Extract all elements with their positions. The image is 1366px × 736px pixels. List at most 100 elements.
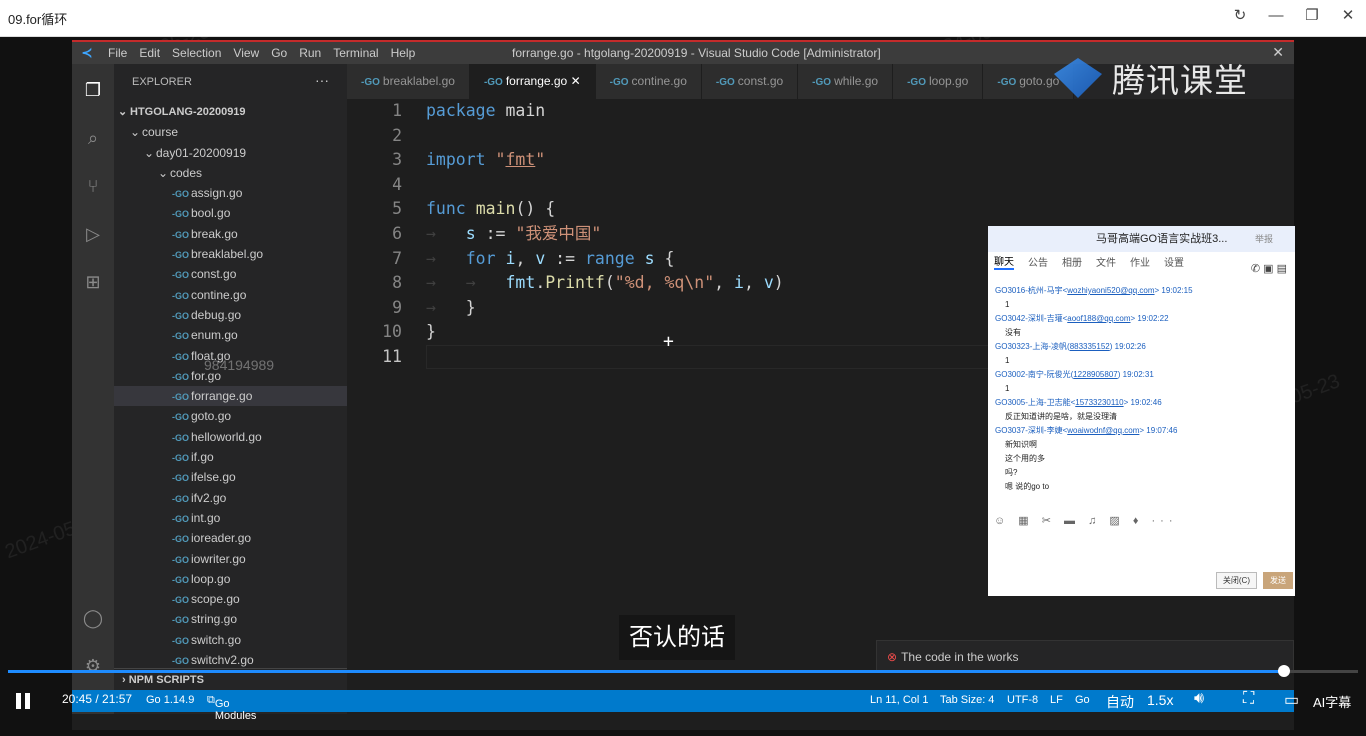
chat-tab-notice[interactable]: 公告 <box>1028 254 1048 269</box>
editor-tab[interactable]: -GO contine.go <box>595 64 702 99</box>
go-file-icon: -GO <box>483 77 503 88</box>
chat-message-header: GO3002-南宁-阮俊光(1228905807) 19:02:31 <box>995 370 1154 379</box>
go-file-icon: -GO <box>172 493 189 504</box>
go-file-icon: -GO <box>172 656 189 667</box>
error-icon: ⊗ <box>887 650 898 664</box>
file-item[interactable]: -GO ifelse.go <box>114 467 347 487</box>
chat-tab-files[interactable]: 文件 <box>1096 254 1116 269</box>
ai-subtitle-button[interactable]: AI字幕 <box>1313 692 1351 711</box>
file-name: ifv2.go <box>191 490 227 505</box>
fullscreen-icon[interactable]: ⛶ <box>1243 690 1254 708</box>
tab-label: loop.go <box>928 74 969 88</box>
file-item[interactable]: -GO bool.go <box>114 203 347 223</box>
extensions-icon[interactable]: ⊞ <box>81 270 105 294</box>
tree-root[interactable]: ⌄ HTGOLANG-20200919 <box>114 102 347 122</box>
file-item[interactable]: -GO iowriter.go <box>114 549 347 569</box>
editor-tab[interactable]: -GO const.go <box>701 64 799 99</box>
file-item[interactable]: -GO int.go <box>114 508 347 528</box>
file-item[interactable]: -GO contine.go <box>114 285 347 305</box>
restore-icon[interactable]: ❐ <box>1294 0 1330 30</box>
close-icon[interactable]: ✕ <box>1330 0 1366 30</box>
more-actions-icon[interactable]: ··· <box>315 72 329 88</box>
folder-day01[interactable]: ⌄ day01-20200919 <box>114 143 347 163</box>
go-file-icon: -GO <box>172 290 189 301</box>
chat-send-button[interactable]: 发送 <box>1263 572 1293 589</box>
chat-call-icons[interactable]: ✆ ▣ ▤ <box>1251 262 1287 275</box>
volume-icon[interactable]: 🔊︎ <box>1194 690 1204 708</box>
go-file-icon: -GO <box>172 310 189 321</box>
go-file-icon: -GO <box>609 77 629 88</box>
file-item[interactable]: -GO enum.go <box>114 325 347 345</box>
file-name: int.go <box>191 510 221 525</box>
speed-button[interactable]: 1.5x <box>1147 692 1173 708</box>
chat-tab-settings[interactable]: 设置 <box>1164 254 1184 269</box>
go-file-icon: -GO <box>997 77 1017 88</box>
chat-tab-chat[interactable]: 聊天 <box>994 253 1014 270</box>
file-name: assign.go <box>191 186 243 201</box>
file-item[interactable]: -GO string.go <box>114 609 347 629</box>
menu-run[interactable]: Run <box>293 46 327 60</box>
search-icon[interactable]: ⌕ <box>81 126 105 150</box>
menu-terminal[interactable]: Terminal <box>327 46 384 60</box>
file-item[interactable]: -GO loop.go <box>114 569 347 589</box>
quality-button[interactable]: 自动 <box>1106 692 1134 712</box>
go-file-icon: -GO <box>172 270 189 281</box>
window-close-icon[interactable]: ✕ <box>1272 44 1284 61</box>
go-file-icon: -GO <box>172 473 189 484</box>
file-item[interactable]: -GO if.go <box>114 447 347 467</box>
run-debug-icon[interactable]: ▷ <box>81 222 105 246</box>
menu-help[interactable]: Help <box>385 46 422 60</box>
tab-close-icon[interactable]: ✕ <box>567 74 581 88</box>
go-file-icon: -GO <box>907 77 926 88</box>
file-item[interactable]: -GO ifv2.go <box>114 488 347 508</box>
folder-course[interactable]: ⌄ course <box>114 122 347 142</box>
menu-go[interactable]: Go <box>265 46 293 60</box>
settings-gear-icon[interactable]: ⚙ <box>81 654 105 678</box>
file-name: helloworld.go <box>191 429 262 444</box>
menu-selection[interactable]: Selection <box>166 46 227 60</box>
error-notification[interactable]: ⊗ The code in the works <box>876 640 1294 672</box>
file-item[interactable]: -GO const.go <box>114 264 347 284</box>
progress-bar[interactable] <box>8 665 1358 677</box>
file-item[interactable]: -GO breaklabel.go <box>114 244 347 264</box>
source-control-icon[interactable]: ⑂ <box>81 174 105 198</box>
account-icon[interactable]: ◯ <box>81 606 105 630</box>
chat-report[interactable]: 举报 <box>1255 226 1273 252</box>
editor-tab[interactable]: -GO while.go <box>798 64 894 99</box>
file-item[interactable]: -GO ioreader.go <box>114 528 347 548</box>
file-item[interactable]: -GO scope.go <box>114 589 347 609</box>
chat-message-header: GO30323-上海-凌帆(883335152) 19:02:26 <box>995 342 1146 351</box>
chat-close-button[interactable]: 关闭(C) <box>1215 572 1257 589</box>
progress-knob[interactable] <box>1277 665 1290 677</box>
file-item[interactable]: -GO break.go <box>114 224 347 244</box>
file-item[interactable]: -GO switch.go <box>114 630 347 650</box>
editor-tab[interactable]: -GO forrange.go ✕ <box>469 64 596 99</box>
time-display: 20:45 / 21:57 <box>62 692 133 706</box>
file-name: switch.go <box>191 632 242 647</box>
menu-edit[interactable]: Edit <box>133 46 166 60</box>
tencent-classroom-logo: 腾讯课堂 <box>1054 54 1248 102</box>
minimize-icon[interactable]: — <box>1258 0 1294 30</box>
file-item[interactable]: -GO helloworld.go <box>114 427 347 447</box>
file-item[interactable]: -GO assign.go <box>114 183 347 203</box>
file-name: iowriter.go <box>191 551 246 566</box>
chat-tab-homework[interactable]: 作业 <box>1130 254 1150 269</box>
video-area[interactable]: 2024-05-23 2024-05-23 2024-05-23 田神01 20… <box>0 10 1366 736</box>
subtitle-icon[interactable]: ▭ <box>1284 690 1299 710</box>
chat-toolbar-icons[interactable]: ☺ ▦ ✂ ▬ ♫ ▨ ♦ ··· <box>994 514 1177 527</box>
menu-file[interactable]: File <box>102 46 133 60</box>
file-item[interactable]: -GO forrange.go <box>114 386 347 407</box>
editor-tab[interactable]: -GO loop.go <box>893 64 984 99</box>
file-item[interactable]: -GO debug.go <box>114 305 347 325</box>
chat-message-body: 没有 <box>1005 328 1021 337</box>
chat-message-body: 1 <box>1005 384 1010 393</box>
refresh-icon[interactable]: ↻ <box>1222 0 1258 30</box>
explorer-icon[interactable]: ❐ <box>81 78 105 102</box>
chat-tab-album[interactable]: 相册 <box>1062 254 1082 269</box>
go-file-icon: -GO <box>172 554 189 565</box>
file-item[interactable]: -GO goto.go <box>114 406 347 426</box>
go-file-icon: -GO <box>172 412 189 423</box>
editor-tab[interactable]: -GO breaklabel.go <box>347 64 470 99</box>
folder-codes[interactable]: ⌄ codes <box>114 163 347 183</box>
menu-view[interactable]: View <box>227 46 265 60</box>
